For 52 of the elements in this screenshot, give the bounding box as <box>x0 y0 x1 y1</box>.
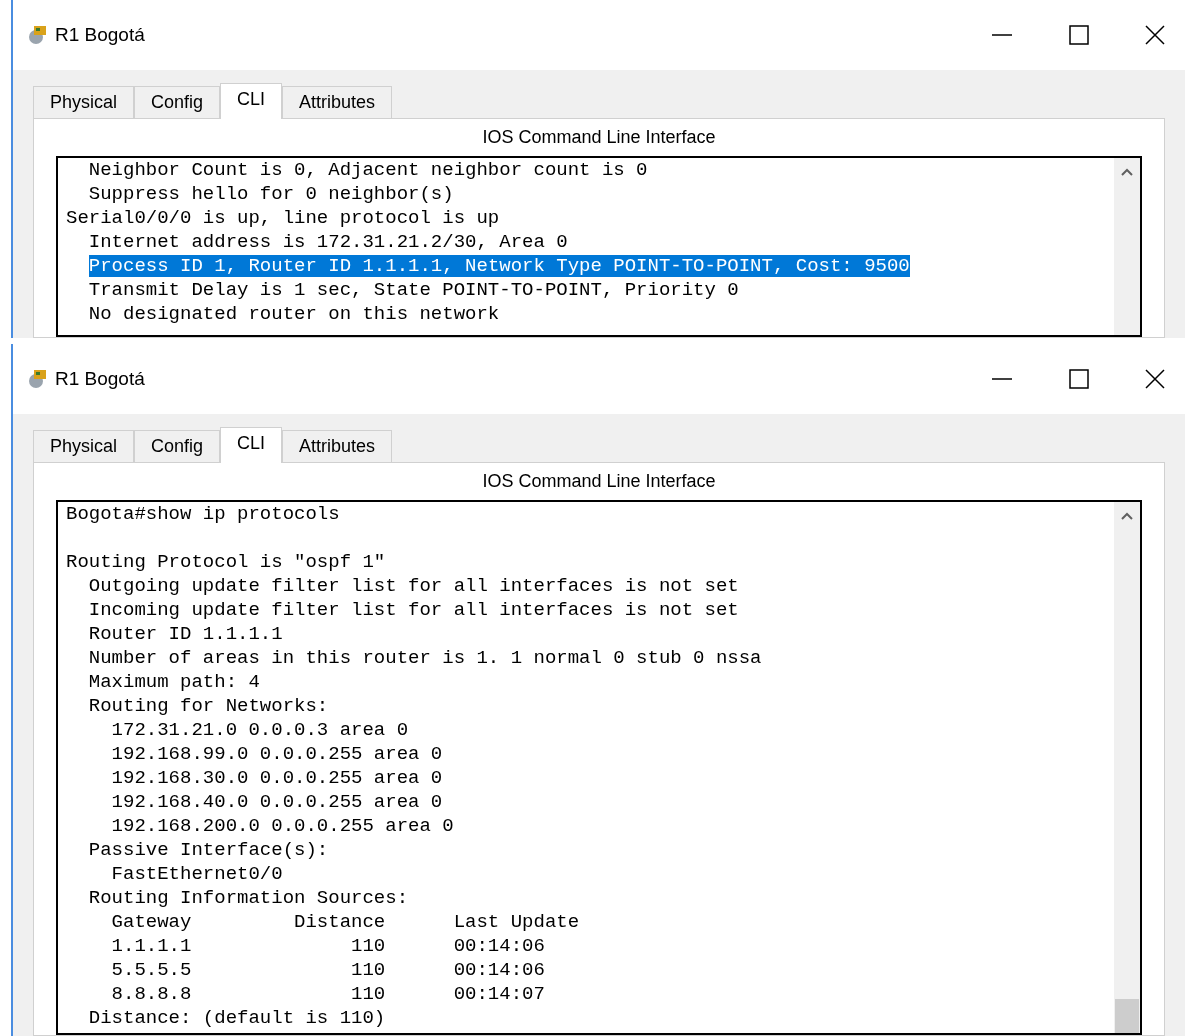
console-line: Outgoing update filter list for all interfaces is not set <box>87 575 739 597</box>
tab[interactable]: Config <box>134 430 221 462</box>
console-area[interactable] <box>56 156 1142 337</box>
console-line: 8.8.8.8 110 00:14:07 <box>110 983 545 1005</box>
scrollbar[interactable] <box>1114 502 1140 1033</box>
scroll-thumb[interactable] <box>1115 999 1139 1033</box>
console-line: Routing Information Sources: <box>87 887 409 909</box>
scroll-up-icon[interactable] <box>1121 168 1133 176</box>
console-line: Suppress hello for 0 neighbor(s) <box>87 183 454 205</box>
console-line: 1.1.1.1 110 00:14:06 <box>110 935 545 957</box>
maximize-icon[interactable] <box>1069 25 1089 45</box>
console-line: Number of areas in this router is 1. 1 normal 0 stub 0 nssa <box>87 647 762 669</box>
scrollbar[interactable] <box>1114 158 1140 335</box>
tab[interactable]: Attributes <box>282 86 393 118</box>
console-line: No designated router on this network <box>87 303 500 325</box>
console-line: 192.168.40.0 0.0.0.255 area 0 <box>110 791 443 813</box>
console-line: Internet address is 172.31.21.2/30, Area 0 <box>87 231 568 253</box>
tab[interactable]: CLI <box>220 83 283 119</box>
console-line: Neighbor Count is 0, Adjacent neighbor count is 0 <box>87 159 648 181</box>
scroll-up-icon[interactable] <box>1121 512 1133 520</box>
console-line: Passive Interface(s): <box>87 839 329 861</box>
tab[interactable]: Attributes <box>282 430 393 462</box>
console-line: Gateway Distance Last Update <box>110 911 580 933</box>
tab[interactable]: Physical <box>33 86 135 118</box>
console-line: Routing for Networks: <box>87 695 329 717</box>
console-line: Bogota#show ip protocols <box>66 503 340 525</box>
console-line: 192.168.99.0 0.0.0.255 area 0 <box>110 743 443 765</box>
window-title: R1 Bogotá <box>55 22 145 47</box>
console-line-selected: Process ID 1, Router ID 1.1.1.1, Network Type POINT-TO-POINT, Cost: 9500 <box>88 255 910 277</box>
console-line: 5.5.5.5 110 00:14:06 <box>110 959 545 981</box>
window-title: R1 Bogotá <box>55 366 145 391</box>
tab[interactable]: Config <box>134 86 221 118</box>
console-line: 192.168.200.0 0.0.0.255 area 0 <box>110 815 454 837</box>
console-line: 172.31.21.0 0.0.0.3 area 0 <box>110 719 409 741</box>
panel-title: IOS Command Line Interface <box>481 470 717 493</box>
console-line: Router ID 1.1.1.1 <box>87 623 283 645</box>
console-line: FastEthernet0/0 <box>110 863 283 885</box>
console-line: 192.168.30.0 0.0.0.255 area 0 <box>110 767 443 789</box>
console-line: Routing Protocol is "ospf 1" <box>66 550 386 574</box>
console-line: Maximum path: 4 <box>87 671 260 693</box>
console-line: Distance: (default is 110) <box>87 1007 386 1029</box>
router-app-icon <box>27 368 49 390</box>
close-icon[interactable] <box>1145 369 1165 389</box>
console-line: Incoming update filter list for all interfaces is not set <box>87 599 739 621</box>
panel-title: IOS Command Line Interface <box>481 126 717 149</box>
tab[interactable]: Physical <box>33 430 135 462</box>
close-icon[interactable] <box>1145 25 1165 45</box>
console-line: Serial0/0/0 is up, line protocol is up <box>66 207 500 229</box>
maximize-icon[interactable] <box>1069 369 1089 389</box>
router-app-icon <box>27 24 49 46</box>
tab[interactable]: CLI <box>220 427 283 463</box>
console-line: Transmit Delay is 1 sec, State POINT-TO-POINT, Priority 0 <box>87 279 739 301</box>
